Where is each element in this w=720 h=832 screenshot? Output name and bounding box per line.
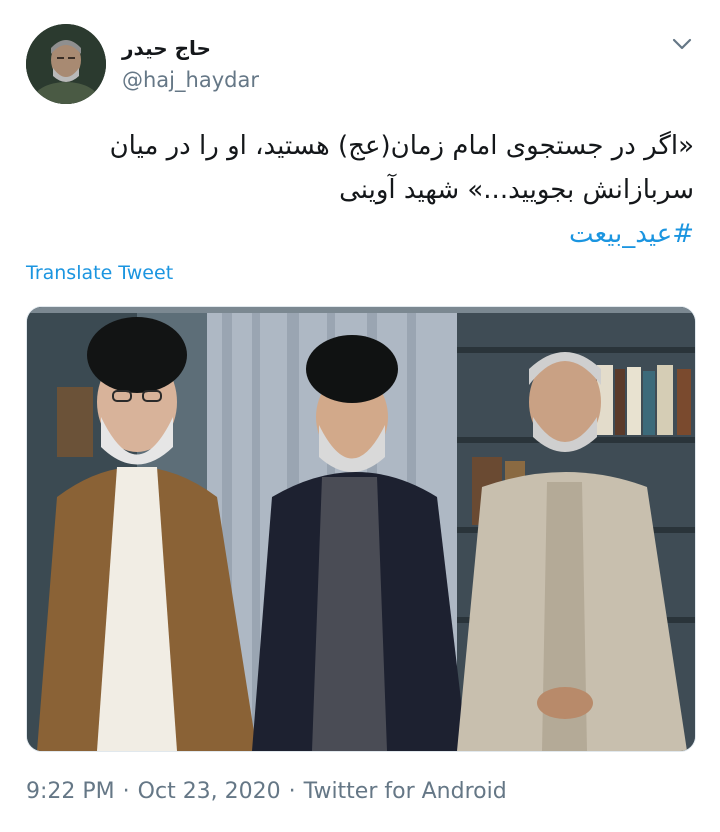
hashtag-link[interactable]: #عید_بیعت xyxy=(54,212,694,256)
tweet-source-link[interactable]: Twitter for Android xyxy=(304,779,507,804)
tweet-photo[interactable] xyxy=(26,306,696,752)
avatar[interactable] xyxy=(26,24,106,104)
avatar-image xyxy=(26,24,106,104)
tweet-text: «اگر در جستجوی امام زمان(عج) هستید، او ر… xyxy=(54,124,694,256)
meta-separator: · xyxy=(288,779,296,804)
tweet-text-line-2: سربازانش بجویید...» شهید آوینی xyxy=(339,175,694,205)
translate-tweet-link[interactable]: Translate Tweet xyxy=(26,262,173,284)
chevron-down-icon[interactable] xyxy=(670,34,694,54)
meta-separator: · xyxy=(122,779,130,804)
tweet-date[interactable]: Oct 23, 2020 xyxy=(138,779,281,804)
tweet-meta: 9:22 PM · Oct 23, 2020 · Twitter for Android xyxy=(26,779,507,804)
display-name[interactable]: حاج حیدر xyxy=(122,36,211,60)
tweet-text-line-1: «اگر در جستجوی امام زمان(عج) هستید، او ر… xyxy=(109,131,694,161)
tweet-card: حاج حیدر @haj_haydar «اگر در جستجوی امام… xyxy=(0,0,720,832)
user-handle[interactable]: @haj_haydar xyxy=(122,68,259,92)
photo-image xyxy=(27,307,695,751)
tweet-time[interactable]: 9:22 PM xyxy=(26,779,115,804)
